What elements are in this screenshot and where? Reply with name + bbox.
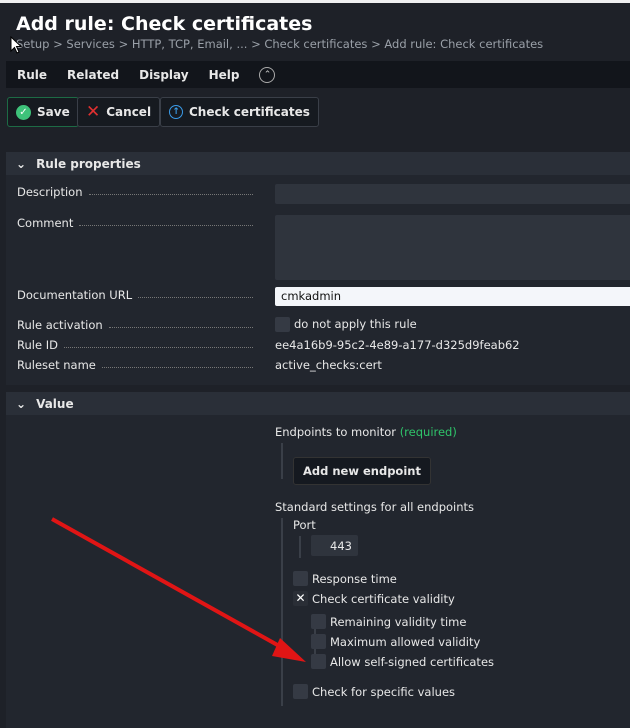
red-arrow-annotation: [51, 517, 306, 662]
